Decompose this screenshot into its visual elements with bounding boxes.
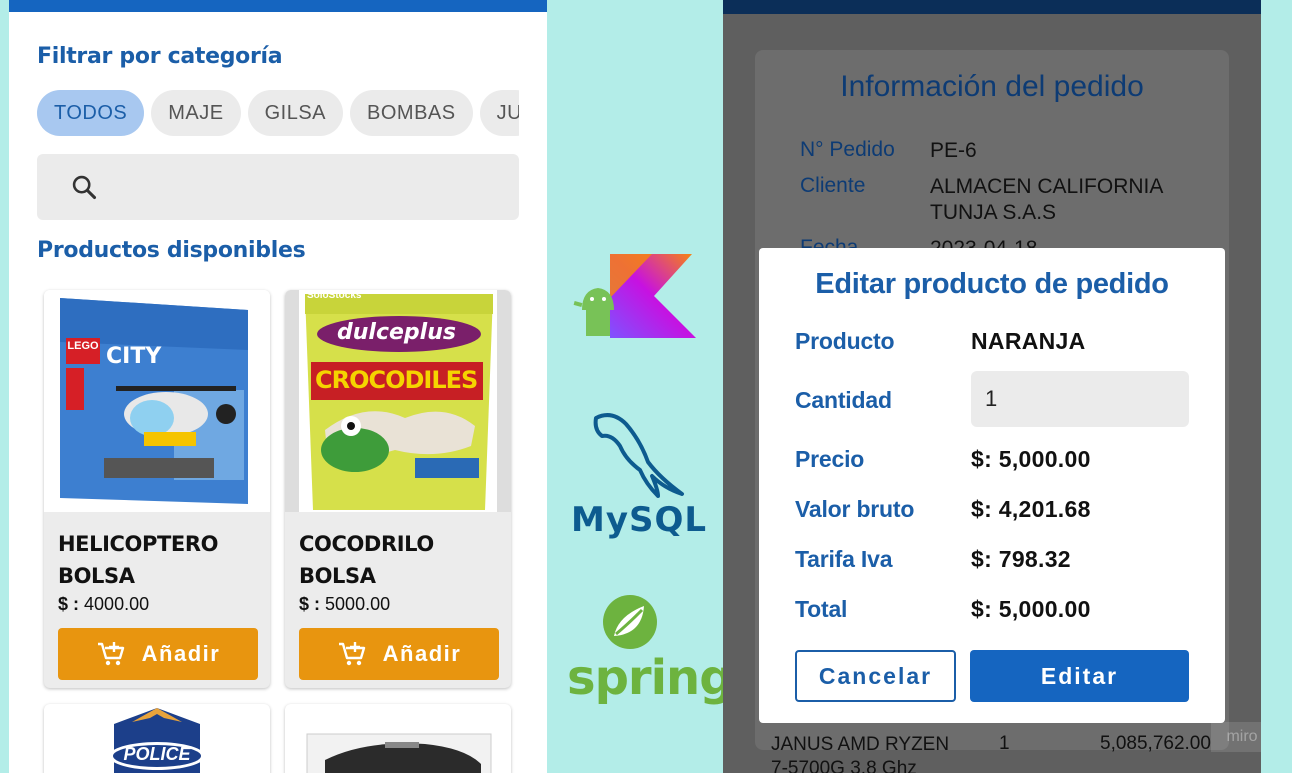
total-value: $: 5,000.00 <box>971 596 1091 622</box>
stock-watermark: SoloStocks <box>307 290 362 301</box>
miro-watermark: miro <box>1211 722 1261 752</box>
spring-logo-text: spring <box>567 650 734 706</box>
product-image-lego: LEGO CITY <box>44 290 270 512</box>
price-label: $ : <box>299 594 321 614</box>
price-label: Precio <box>795 446 865 472</box>
category-chips: TODOS MAJE GILSA BOMBAS JU <box>37 90 519 136</box>
chip-todos[interactable]: TODOS <box>37 90 145 136</box>
lego-logo: LEGO <box>67 340 99 352</box>
quantity-input[interactable] <box>971 371 1189 427</box>
gross-label: Valor bruto <box>795 496 915 522</box>
total-label: Total <box>795 596 848 622</box>
search-icon <box>72 175 97 200</box>
add-cart-icon <box>338 642 365 666</box>
product-image-candy: SoloStocks dulceplus CROCODILES <box>285 290 511 512</box>
product-card: POLICE <box>44 704 270 773</box>
product-price: $ : 4000.00 <box>58 594 149 615</box>
car-box-image <box>306 733 492 773</box>
order-field-row: N° Pedido PE-6 <box>800 138 1190 164</box>
city-logo: CITY <box>106 344 162 369</box>
app-bar <box>9 0 547 12</box>
item-total: 5,085,762.00 <box>1100 733 1211 754</box>
police-text: POLICE <box>123 744 191 764</box>
product-name: HELICOPTERO BOLSA <box>58 532 219 588</box>
price-label: $ : <box>58 594 80 614</box>
product-name: COCODRILO BOLSA <box>299 532 434 588</box>
item-name: JANUS AMD RYZEN 7-5700G 3.8 Ghz HASTA <box>771 734 950 773</box>
field-label: N° Pedido <box>800 138 895 161</box>
gross-value: $: 4,201.68 <box>971 496 1091 522</box>
filter-title: Filtrar por categoría <box>37 44 283 69</box>
order-screen: Información del pedido N° Pedido PE-6 Cli… <box>723 0 1261 773</box>
product-card: LEGO CITY HELICOPTERO BOLSA $ : 4000.00 … <box>44 290 270 688</box>
product-value: NARANJA <box>971 328 1086 354</box>
search-input[interactable] <box>37 154 519 220</box>
chip-gilsa[interactable]: GILSA <box>247 90 344 136</box>
products-title: Productos disponibles <box>37 238 306 263</box>
spring-leaf-icon <box>603 595 657 649</box>
price-value: 4000.00 <box>84 594 150 614</box>
edit-button[interactable]: Editar <box>970 650 1189 702</box>
mysql-logo-text: MySQL <box>571 500 708 540</box>
order-info-title: Información del pedido <box>840 70 1144 103</box>
add-to-cart-button[interactable]: Añadir <box>299 628 499 680</box>
dulceplus-logo: dulceplus <box>337 320 456 345</box>
quantity-label: Cantidad <box>795 387 892 413</box>
product-card <box>285 704 511 773</box>
add-cart-icon <box>97 642 124 666</box>
add-to-cart-button[interactable]: Añadir <box>58 628 258 680</box>
product-label: Producto <box>795 328 895 354</box>
tax-label: Tarifa Iva <box>795 546 893 572</box>
chip-bombas[interactable]: BOMBAS <box>350 90 473 136</box>
chip-maje[interactable]: MAJE <box>151 90 241 136</box>
product-price: $ : 5000.00 <box>299 594 390 615</box>
crocodiles-text: CROCODILES <box>315 366 478 394</box>
dialog-title: Editar producto de pedido <box>815 268 1169 300</box>
tax-value: $: 798.32 <box>971 546 1071 572</box>
field-label: Cliente <box>800 174 866 197</box>
item-qty: 1 <box>999 733 1010 754</box>
mysql-dolphin-icon <box>593 413 684 498</box>
add-button-label: Añadir <box>382 641 462 666</box>
order-field-row: Cliente ALMACEN CALIFORNIA TUNJA S.A.S <box>800 174 1190 226</box>
price-value: $: 5,000.00 <box>971 446 1091 472</box>
catalog-screen: Filtrar por categoría TODOS MAJE GILSA BOMB… <box>9 0 547 773</box>
add-button-label: Añadir <box>141 641 221 666</box>
price-value: 5000.00 <box>325 594 391 614</box>
edit-product-dialog: Editar producto de pedido Producto NARAN… <box>759 248 1225 723</box>
kotlin-android-logo <box>573 254 696 338</box>
cancel-button[interactable]: Cancelar <box>795 650 956 702</box>
app-bar <box>723 0 1261 14</box>
field-value: ALMACEN CALIFORNIA TUNJA S.A.S <box>930 175 1163 224</box>
product-card: SoloStocks dulceplus CROCODILES COCODRIL… <box>285 290 511 688</box>
field-value: PE-6 <box>930 139 977 162</box>
chip-ju[interactable]: JU <box>479 90 519 136</box>
